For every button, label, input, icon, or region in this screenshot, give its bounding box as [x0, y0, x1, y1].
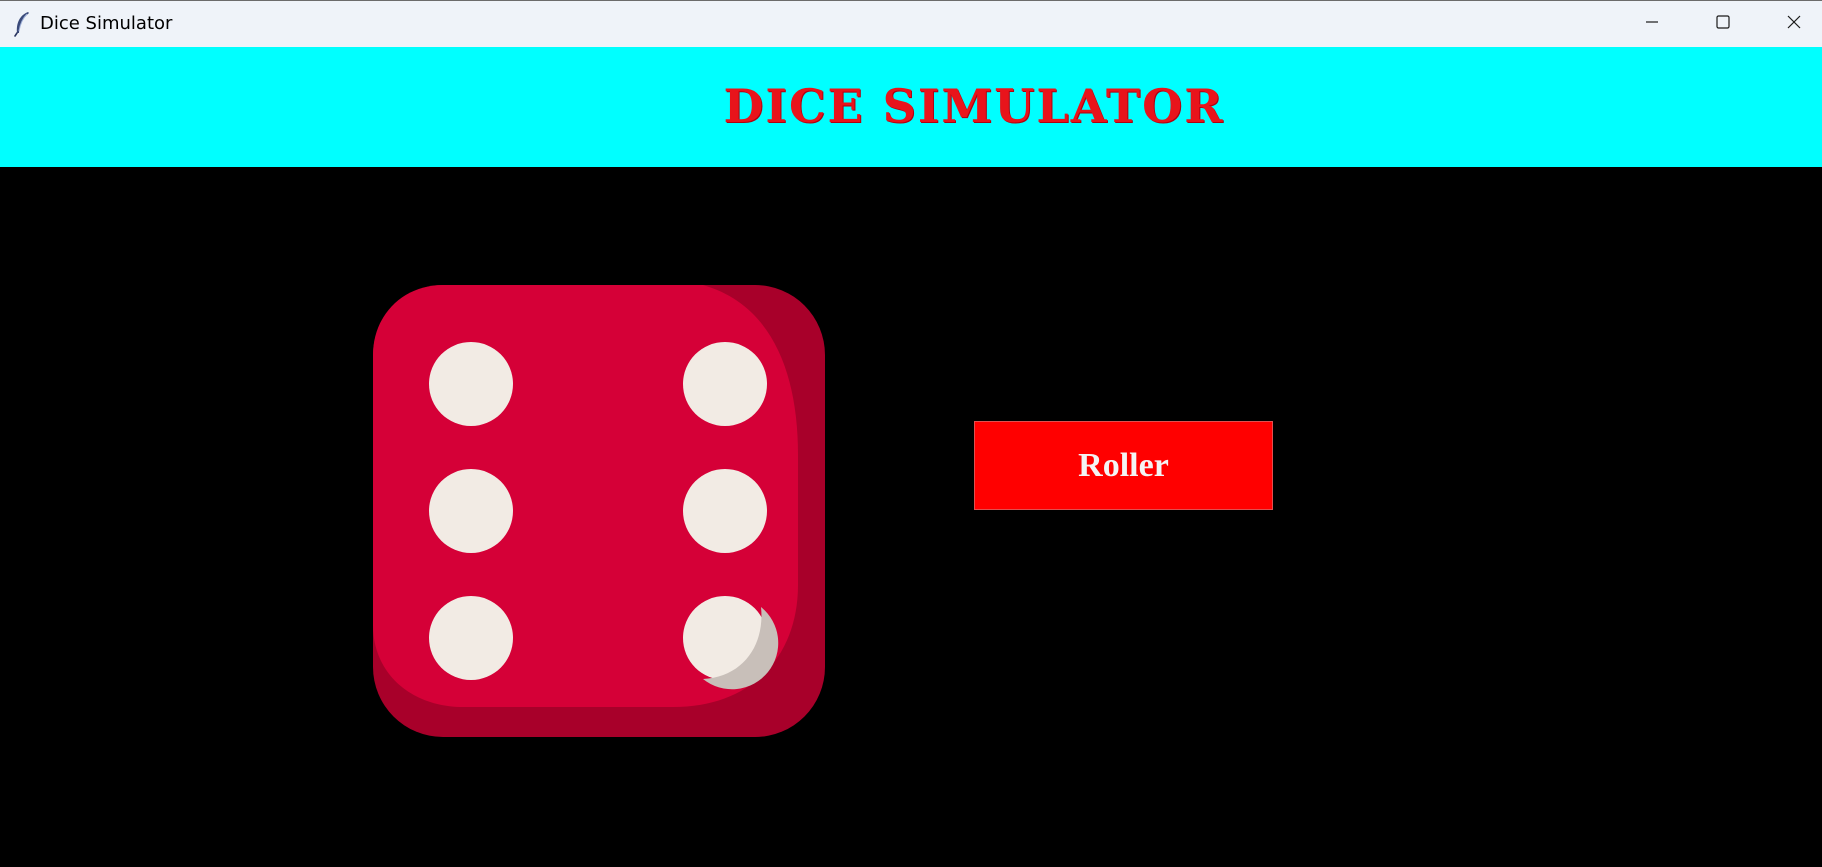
- minimize-icon: [1644, 14, 1660, 35]
- dice-pip: [429, 342, 513, 426]
- page-title: DICE SIMULATOR: [723, 79, 1225, 133]
- title-bar[interactable]: Dice Simulator: [0, 0, 1822, 47]
- close-icon: [1786, 14, 1802, 35]
- feather-icon: [12, 11, 32, 37]
- dice-image: [373, 285, 825, 737]
- dice-six-icon: [373, 285, 825, 737]
- roll-button[interactable]: Roller: [974, 421, 1273, 510]
- header-banner: DICE SIMULATOR: [0, 47, 1822, 167]
- window-title: Dice Simulator: [40, 13, 173, 34]
- maximize-icon: [1715, 14, 1731, 35]
- close-button[interactable]: [1759, 1, 1822, 47]
- maximize-button[interactable]: [1688, 1, 1758, 47]
- app-window: Dice Simulator DICE SIMULATOR Roller: [0, 0, 1822, 867]
- dice-pip: [683, 469, 767, 553]
- dice-pip: [683, 342, 767, 426]
- main-area: Roller: [0, 167, 1822, 867]
- minimize-button[interactable]: [1617, 1, 1687, 47]
- dice-pip: [429, 469, 513, 553]
- dice-pip: [429, 596, 513, 680]
